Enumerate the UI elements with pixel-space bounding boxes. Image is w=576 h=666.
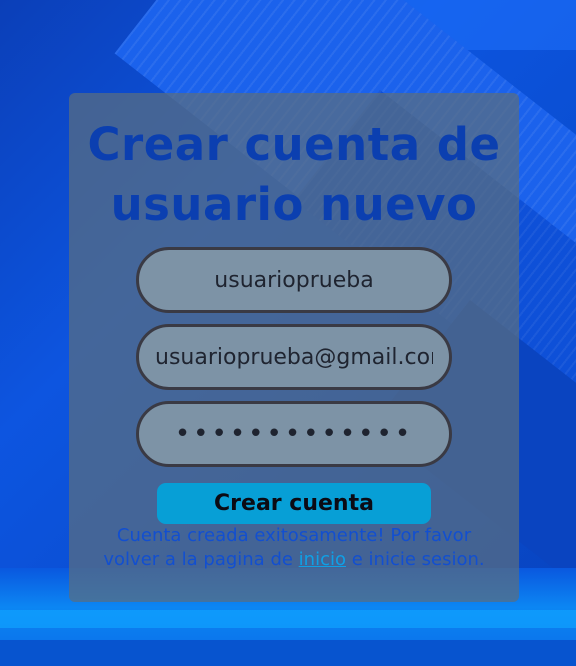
- background-band: [0, 640, 576, 666]
- username-input[interactable]: [136, 247, 452, 313]
- success-message: Cuenta creada exitosamente! Por favor vo…: [69, 524, 519, 572]
- success-message-prefix: volver a la pagina de: [103, 549, 293, 570]
- signup-card: Crear cuenta de usuario nuevo Crear cuen…: [69, 93, 519, 602]
- success-message-line-1: Cuenta creada exitosamente! Por favor: [116, 525, 472, 546]
- success-message-suffix: e inicie sesion.: [351, 549, 485, 570]
- title-line-2: usuario nuevo: [110, 178, 478, 231]
- background-band: [0, 610, 576, 628]
- page-title: Crear cuenta de usuario nuevo: [69, 115, 519, 235]
- password-input[interactable]: [136, 401, 452, 467]
- email-input[interactable]: [136, 324, 452, 390]
- home-link[interactable]: inicio: [299, 549, 346, 570]
- create-account-button[interactable]: Crear cuenta: [157, 483, 431, 524]
- title-line-1: Crear cuenta de: [87, 118, 501, 171]
